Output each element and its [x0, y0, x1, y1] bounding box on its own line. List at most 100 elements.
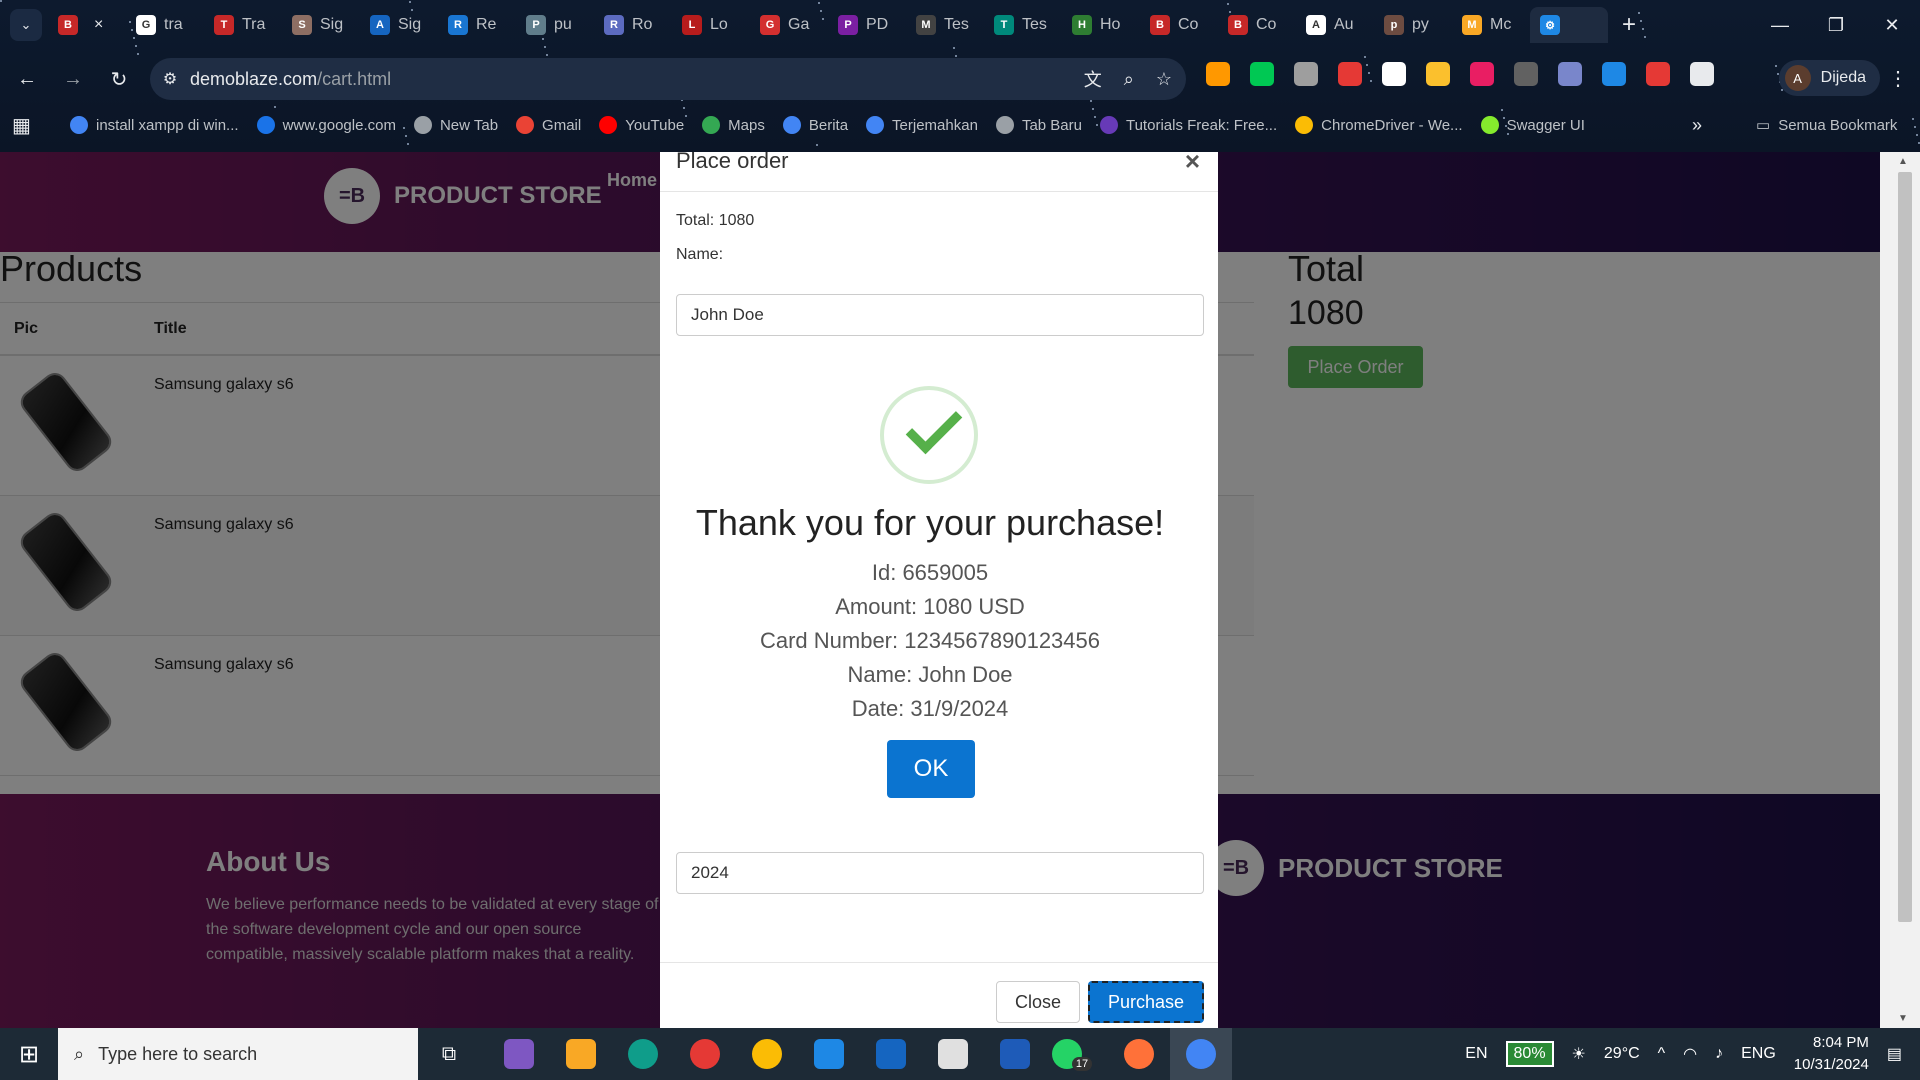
bookmark-item[interactable]: New Tab	[413, 116, 498, 134]
browser-tab[interactable]: H Ho	[1062, 7, 1140, 43]
reload-icon[interactable]: ↻	[100, 60, 138, 98]
file-explorer-icon[interactable]	[550, 1028, 612, 1080]
bookmark-item[interactable]: Berita	[782, 116, 848, 134]
close-button[interactable]: Close	[996, 981, 1080, 1023]
browser-tab[interactable]: B Co	[1140, 7, 1218, 43]
browser-tab[interactable]: R Re	[438, 7, 516, 43]
back-icon[interactable]: ←	[8, 60, 46, 98]
l-app-icon[interactable]	[860, 1028, 922, 1080]
temperature[interactable]: 29°C	[1604, 1045, 1640, 1063]
vscode-icon[interactable]	[798, 1028, 860, 1080]
input-lang-short[interactable]: EN	[1465, 1045, 1487, 1063]
restore-icon[interactable]: ❐	[1808, 0, 1864, 50]
tab-close-icon[interactable]: ×	[94, 16, 103, 34]
close-icon[interactable]: ×	[1185, 152, 1200, 177]
browser-tab[interactable]: T Tra	[204, 7, 282, 43]
forward-icon[interactable]: →	[54, 60, 92, 98]
extension-icon[interactable]	[1690, 62, 1714, 86]
edge-icon[interactable]	[612, 1028, 674, 1080]
more-menu-icon[interactable]: ⋮	[1888, 66, 1908, 91]
bookmark-star-icon[interactable]: ☆	[1156, 69, 1172, 90]
browser-tab[interactable]: M Tes	[906, 7, 984, 43]
extension-icon[interactable]	[1382, 62, 1406, 86]
browser-tab[interactable]: p py	[1374, 7, 1452, 43]
bookmark-item[interactable]: www.google.com	[256, 116, 396, 134]
name-field[interactable]: John Doe	[676, 294, 1204, 336]
browser-tab[interactable]: S Sig	[282, 7, 360, 43]
chrome-icon[interactable]	[736, 1028, 798, 1080]
bookmark-item[interactable]: Gmail	[516, 116, 581, 134]
extension-icon[interactable]	[1514, 62, 1538, 86]
network-icon[interactable]: ◠	[1683, 1044, 1697, 1064]
ok-button[interactable]: OK	[887, 740, 975, 798]
more-bookmarks-icon[interactable]: »	[1692, 115, 1702, 136]
address-bar[interactable]: ⚙ demoblaze.com/cart.html 文 ⌕ ☆	[150, 58, 1186, 100]
minimize-icon[interactable]: —	[1752, 0, 1808, 50]
browser-tab[interactable]: B Co	[1218, 7, 1296, 43]
page-scrollbar[interactable]: ▲ ▼	[1880, 152, 1920, 1028]
whatsapp-icon[interactable]: 17	[1046, 1028, 1108, 1080]
browser-tab[interactable]: Ppu	[516, 7, 594, 43]
extension-icon[interactable]	[1470, 62, 1494, 86]
extension-icon[interactable]	[1558, 62, 1582, 86]
all-bookmarks-folder[interactable]: ▭ Semua Bookmark	[1756, 116, 1897, 135]
extension-icon[interactable]	[1646, 62, 1670, 86]
taskbar-search[interactable]: ⌕ Type here to search	[58, 1028, 418, 1080]
profile-button[interactable]: A Dijeda	[1778, 60, 1880, 96]
bookmark-item[interactable]: Swagger UI	[1480, 116, 1585, 134]
extension-icon[interactable]	[1426, 62, 1450, 86]
new-tab-button[interactable]: +	[1622, 11, 1636, 39]
browser-tab[interactable]: P PD	[828, 7, 906, 43]
bookmark-item[interactable]: install xampp di win...	[70, 116, 239, 134]
tab-search-button[interactable]: ⌄	[10, 9, 42, 41]
bookmark-item[interactable]: Tab Baru	[995, 116, 1082, 134]
zoom-icon[interactable]: ⌕	[1124, 69, 1134, 90]
clock[interactable]: 8:04 PM 10/31/2024	[1794, 1032, 1869, 1076]
browser-tab[interactable]: T Tes	[984, 7, 1062, 43]
input-lang[interactable]: ENG	[1741, 1045, 1776, 1063]
browser-tab[interactable]: R Ro	[594, 7, 672, 43]
start-windows-icon[interactable]: ⊞	[0, 1028, 58, 1080]
browser-tab[interactable]: A Au	[1296, 7, 1374, 43]
site-info-icon[interactable]: ⚙	[150, 69, 190, 89]
browser-tab[interactable]: L Lo	[672, 7, 750, 43]
copilot-icon[interactable]	[488, 1028, 550, 1080]
translate-icon[interactable]: 文	[1084, 66, 1102, 92]
opera-icon[interactable]	[674, 1028, 736, 1080]
browser-tab[interactable]: Gtra	[126, 7, 204, 43]
extension-icon[interactable]	[1294, 62, 1318, 86]
volume-icon[interactable]: ♪	[1715, 1045, 1723, 1063]
tab-favicon-icon: L	[682, 15, 702, 35]
bookmark-item[interactable]: Terjemahkan	[866, 116, 978, 134]
bookmark-item[interactable]: ChromeDriver - We...	[1295, 116, 1463, 134]
browser-tab[interactable]: M Mc	[1452, 7, 1530, 43]
scroll-up-icon[interactable]: ▲	[1898, 156, 1908, 167]
browser-tab[interactable]: G Ga	[750, 7, 828, 43]
extension-icon[interactable]	[1602, 62, 1626, 86]
battery-indicator[interactable]: 80%	[1505, 1041, 1554, 1067]
bookmark-item[interactable]: Tutorials Freak: Free...	[1099, 116, 1277, 134]
task-view-icon[interactable]: ⧉	[418, 1028, 480, 1080]
bookmark-item[interactable]: Maps	[702, 116, 765, 134]
year-field[interactable]: 2024	[676, 852, 1204, 894]
apps-grid-icon[interactable]: ▦	[12, 113, 52, 138]
extension-icon[interactable]	[1206, 62, 1230, 86]
word-icon[interactable]	[984, 1028, 1046, 1080]
firefox-icon[interactable]	[1108, 1028, 1170, 1080]
notification-icon[interactable]: ▤	[1887, 1044, 1902, 1064]
bookmark-item[interactable]: YouTube	[599, 116, 684, 134]
browser-tab[interactable]: B ×	[48, 7, 126, 43]
close-window-icon[interactable]: ✕	[1864, 0, 1920, 50]
scroll-down-icon[interactable]: ▼	[1898, 1013, 1908, 1024]
extension-icon[interactable]	[1250, 62, 1274, 86]
browser-tab[interactable]: A Sig	[360, 7, 438, 43]
purchase-button[interactable]: Purchase	[1088, 981, 1204, 1023]
scrollbar-thumb[interactable]	[1898, 172, 1912, 922]
weather-icon[interactable]: ☀	[1572, 1044, 1586, 1064]
url-text[interactable]: demoblaze.com/cart.html	[190, 69, 391, 90]
extension-icon[interactable]	[1338, 62, 1362, 86]
browser-tab[interactable]: ⚙	[1530, 7, 1608, 43]
show-hidden-icons[interactable]: ^	[1658, 1045, 1666, 1063]
chrome-profile-icon[interactable]	[1170, 1028, 1232, 1080]
app-store-icon[interactable]	[922, 1028, 984, 1080]
